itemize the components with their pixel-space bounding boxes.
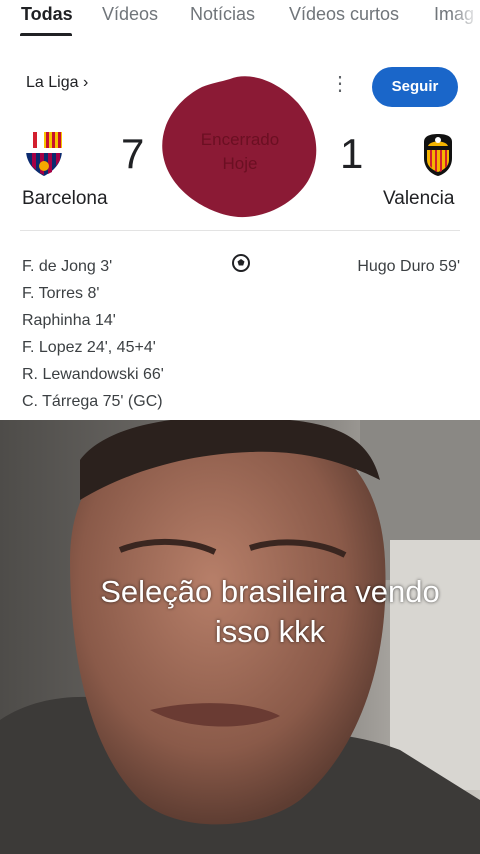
video-caption: Seleção brasileira vendo isso kkk xyxy=(60,572,480,652)
search-tabs: Todas Vídeos Notícias Vídeos curtos Imag xyxy=(0,0,480,39)
away-team-name[interactable]: Valencia xyxy=(383,188,454,210)
tabs-fade xyxy=(450,0,480,36)
tab-noticias[interactable]: Notícias xyxy=(190,4,255,25)
away-scorers-list: Hugo Duro 59' xyxy=(357,253,460,280)
tab-todas[interactable]: Todas xyxy=(21,4,73,25)
away-scorer: Hugo Duro 59' xyxy=(357,258,460,275)
home-team-name[interactable]: Barcelona xyxy=(22,188,108,210)
home-scorer: F. de Jong 3' xyxy=(22,258,113,275)
caption-line: isso kkk xyxy=(214,614,326,649)
match-status-label: Encerrado xyxy=(200,130,280,149)
away-score: 1 xyxy=(340,130,364,177)
league-name: La Liga xyxy=(26,74,79,91)
barcelona-crest-icon xyxy=(26,132,62,176)
home-scorer: R. Lewandowski 66' xyxy=(22,366,164,383)
follow-button[interactable]: Seguir xyxy=(372,67,458,107)
home-scorer: F. Torres 8' xyxy=(22,285,100,302)
home-scorers-list: F. de Jong 3' F. Torres 8' Raphinha 14' … xyxy=(22,253,164,415)
match-card: La Liga › ⋮ Seguir 7 Barcelona 1 Valenci… xyxy=(0,38,480,420)
valencia-crest-icon xyxy=(424,134,452,176)
soccer-ball-icon xyxy=(232,254,250,272)
match-date-label: Hoje xyxy=(222,154,258,173)
tab-videos[interactable]: Vídeos xyxy=(102,4,158,25)
league-link[interactable]: La Liga › xyxy=(26,74,88,92)
home-scorer: C. Tárrega 75' (GC) xyxy=(22,393,163,410)
match-status: Encerrado Hoje xyxy=(160,128,320,176)
divider xyxy=(20,230,460,231)
tab-videos-curtos[interactable]: Vídeos curtos xyxy=(289,4,399,25)
home-scorer: F. Lopez 24', 45+4' xyxy=(22,339,156,356)
active-tab-indicator xyxy=(20,33,72,36)
home-scorer: Raphinha 14' xyxy=(22,312,116,329)
caption-line: Seleção brasileira vendo xyxy=(100,574,440,609)
webcam-video: Seleção brasileira vendo isso kkk xyxy=(0,420,480,854)
home-score: 7 xyxy=(121,130,145,177)
chevron-right-icon: › xyxy=(82,74,89,91)
more-options-icon[interactable]: ⋮ xyxy=(330,74,350,94)
